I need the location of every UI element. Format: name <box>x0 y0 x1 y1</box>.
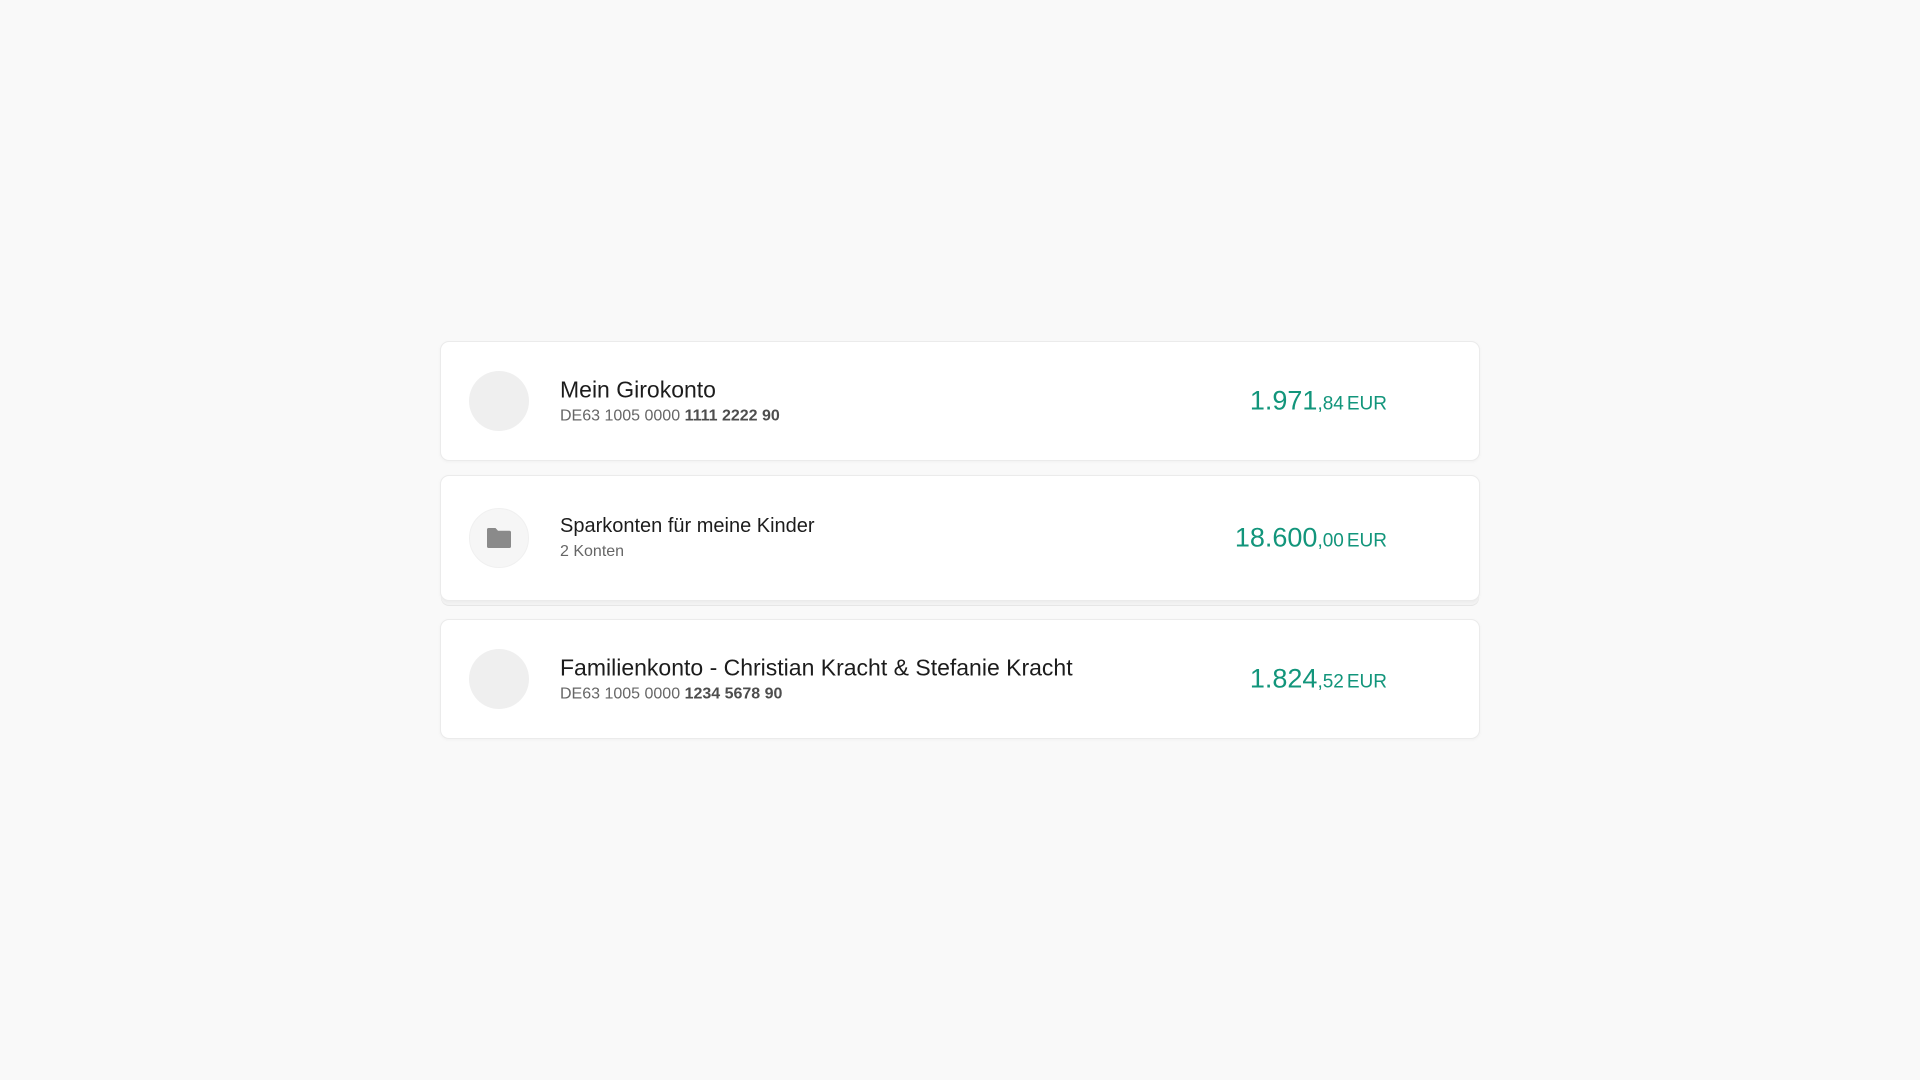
account-card-girokonto[interactable]: Mein Girokonto DE63 1005 0000 1111 2222 … <box>440 341 1480 461</box>
balance-cents: ,52 <box>1317 671 1344 693</box>
account-name: Familienkonto - Christian Kracht & Stefa… <box>560 654 1073 681</box>
account-card-familienkonto[interactable]: Familienkonto - Christian Kracht & Stefa… <box>440 619 1480 739</box>
account-group-card-sparkonten[interactable]: Sparkonten für meine Kinder 2 Konten 18.… <box>440 475 1480 601</box>
iban-prefix: DE63 1005 0000 <box>560 685 681 703</box>
iban-suffix: 1234 5678 90 <box>684 685 783 703</box>
balance-currency: EUR <box>1346 530 1387 552</box>
balance-main: 1.971 <box>1249 385 1318 416</box>
iban-prefix: DE63 1005 0000 <box>560 407 681 425</box>
group-name: Sparkonten für meine Kinder <box>560 515 815 537</box>
balance-cents: ,00 <box>1317 530 1344 552</box>
balance-main: 1.824 <box>1249 663 1318 694</box>
account-avatar <box>469 371 529 431</box>
account-info: Familienkonto - Christian Kracht & Stefa… <box>560 653 1073 706</box>
balance-currency: EUR <box>1346 393 1387 415</box>
group-balance: 18.600,00 EUR <box>1235 523 1387 554</box>
balance-currency: EUR <box>1346 671 1387 693</box>
account-name: Mein Girokonto <box>560 376 716 403</box>
group-count: 2 Konten <box>560 543 625 560</box>
balance-cents: ,84 <box>1317 393 1344 415</box>
account-avatar <box>469 649 529 709</box>
account-balance: 1.824,52 EUR <box>1250 664 1387 695</box>
account-iban: DE63 1005 0000 1234 5678 90 <box>560 684 1073 706</box>
group-avatar <box>469 508 529 568</box>
folder-icon <box>487 528 511 548</box>
account-iban: DE63 1005 0000 1111 2222 90 <box>560 406 780 428</box>
account-balance: 1.971,84 EUR <box>1250 386 1387 417</box>
iban-suffix: 1111 2222 90 <box>684 407 780 425</box>
balance-main: 18.600 <box>1234 522 1318 553</box>
account-info: Mein Girokonto DE63 1005 0000 1111 2222 … <box>560 375 780 428</box>
account-list: Mein Girokonto DE63 1005 0000 1111 2222 … <box>440 341 1480 739</box>
group-info: Sparkonten für meine Kinder 2 Konten <box>560 513 815 563</box>
